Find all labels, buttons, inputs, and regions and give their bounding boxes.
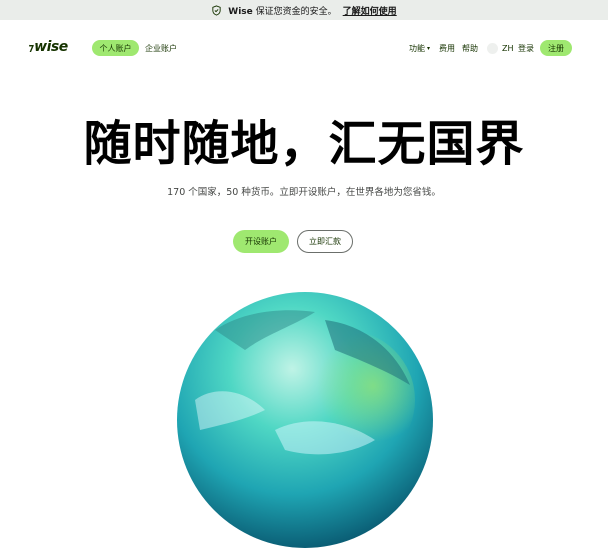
nav-fees[interactable]: 费用 bbox=[439, 40, 455, 56]
globe-illustration bbox=[177, 292, 433, 548]
globe-icon bbox=[487, 42, 498, 54]
hero-title: 随时随地，汇无国界 bbox=[83, 116, 525, 172]
tab-business[interactable]: 企业账户 bbox=[143, 40, 179, 56]
wise-logo[interactable]: ⁊ wise bbox=[28, 39, 68, 55]
banner-text: 保证您资金的安全。 bbox=[255, 6, 337, 17]
login-link[interactable]: 登录 bbox=[518, 40, 534, 56]
language-label: ZH bbox=[502, 43, 514, 53]
security-banner: Wise 保证您资金的安全。 了解如何使用 bbox=[0, 0, 608, 20]
hero-subtitle: 170 个国家，50 种货币。立即开设账户，在世界各地为您省钱。 bbox=[167, 187, 441, 198]
signup-button[interactable]: 注册 bbox=[540, 40, 572, 56]
chevron-down-icon: ▾ bbox=[427, 44, 431, 52]
banner-brand: Wise bbox=[228, 6, 253, 17]
nav-features[interactable]: 功能 ▾ bbox=[409, 40, 430, 56]
open-account-button[interactable]: 开设账户 bbox=[233, 230, 289, 253]
tab-personal[interactable]: 个人账户 bbox=[92, 40, 139, 56]
logo-text: wise bbox=[34, 39, 68, 55]
nav-help[interactable]: 帮助 bbox=[462, 40, 478, 56]
send-money-button[interactable]: 立即汇款 bbox=[297, 230, 353, 253]
top-navigation: ⁊ wise 个人账户 企业账户 功能 ▾ 费用 帮助 ZH 登录 注册 bbox=[0, 32, 608, 64]
language-selector[interactable]: ZH bbox=[487, 40, 514, 56]
nav-features-label: 功能 bbox=[409, 43, 425, 53]
banner-learn-link[interactable]: 了解如何使用 bbox=[343, 4, 397, 17]
wise-flag-icon: ⁊ bbox=[28, 40, 34, 54]
shield-icon bbox=[211, 4, 222, 16]
